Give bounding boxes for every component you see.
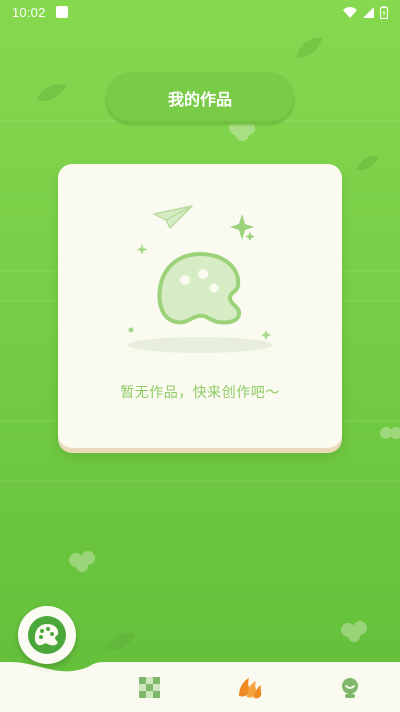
flower-decoration (69, 551, 95, 572)
paper-plane-icon (153, 205, 193, 229)
battery-icon (380, 5, 388, 19)
palette-icon (34, 624, 59, 646)
palette-icon (157, 252, 242, 325)
sparkle-icon (245, 232, 255, 241)
dot-decoration (128, 327, 134, 333)
ground-shadow (128, 337, 272, 353)
nav-item-discover[interactable] (134, 672, 166, 704)
create-artwork-button[interactable] (18, 606, 76, 664)
notification-icon (55, 6, 68, 18)
nav-item-works[interactable] (234, 672, 266, 704)
page-title: 我的作品 (105, 72, 295, 124)
bottom-navigation (0, 660, 400, 712)
flower-decoration (341, 621, 367, 642)
status-icons (343, 5, 388, 19)
leaf-decoration (296, 37, 322, 58)
empty-state-card: 暂无作品，快来创作吧～ (58, 164, 342, 448)
fab-inner (28, 616, 66, 654)
checker-grid-icon (139, 677, 160, 698)
sparkle-icon (136, 244, 148, 255)
leaf-decoration (356, 156, 378, 171)
leaf-decoration (106, 632, 136, 651)
flower-decoration (380, 427, 400, 439)
signal-icon (363, 6, 374, 18)
leaf-decoration (37, 84, 67, 101)
page-title-text: 我的作品 (167, 90, 232, 109)
profile-icon (342, 678, 358, 698)
status-time: 10:02 (12, 4, 46, 20)
wifi-icon (343, 6, 357, 18)
flame-book-icon (239, 678, 262, 699)
nav-item-profile[interactable] (334, 672, 366, 704)
sparkle-icon (261, 330, 271, 340)
empty-state-message: 暂无作品，快来创作吧～ (120, 385, 280, 401)
empty-illustration (128, 205, 272, 353)
status-bar: 10:02 (0, 0, 400, 24)
